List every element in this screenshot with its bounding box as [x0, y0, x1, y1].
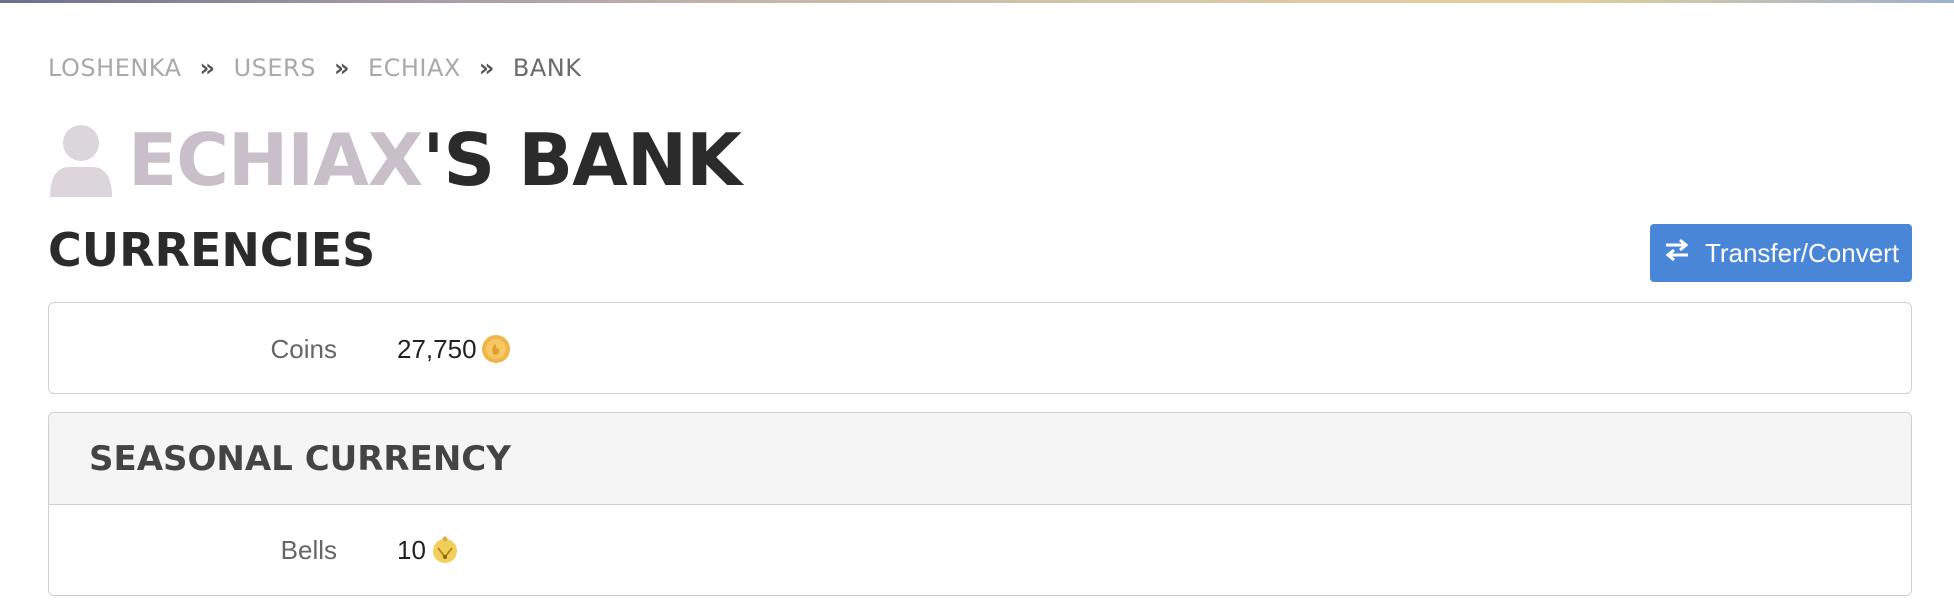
transfer-convert-label: Transfer/Convert: [1704, 237, 1900, 268]
breadcrumb-item-bank: BANK: [512, 54, 582, 82]
bank-page: LOSHENKA » USERS » ECHIAX » BANK ECHIAX …: [0, 0, 1954, 606]
page-title: ECHIAX 'S BANK: [48, 118, 742, 202]
user-icon: [48, 123, 114, 197]
currency-label: Bells: [280, 534, 337, 565]
seasonal-currency-heading: SEASONAL CURRENCY: [89, 438, 511, 479]
user-name-link[interactable]: ECHIAX: [128, 118, 423, 202]
breadcrumb-item-users[interactable]: USERS: [234, 54, 316, 82]
breadcrumb-item-loshenka[interactable]: LOSHENKA: [48, 54, 182, 82]
breadcrumb-item-echiax[interactable]: ECHIAX: [368, 54, 461, 82]
currency-value: 27,750: [397, 334, 511, 365]
coin-icon: [481, 334, 511, 364]
seasonal-currency-card: SEASONAL CURRENCY Bells 10: [48, 412, 1912, 596]
breadcrumb: LOSHENKA » USERS » ECHIAX » BANK: [48, 54, 581, 82]
seasonal-currency-header: SEASONAL CURRENCY: [49, 413, 1911, 505]
bells-amount: 10: [397, 534, 426, 565]
breadcrumb-separator: »: [478, 54, 495, 82]
currency-row-coins: Coins 27,750: [49, 303, 1911, 395]
currency-value: 10: [397, 535, 460, 566]
currencies-heading: CURRENCIES: [48, 223, 376, 277]
transfer-convert-button[interactable]: Transfer/Convert: [1650, 224, 1912, 282]
currency-label: Coins: [270, 333, 337, 364]
currency-row-bells: Bells 10: [49, 505, 1911, 595]
bell-icon: [430, 535, 460, 565]
breadcrumb-separator: »: [333, 54, 350, 82]
coins-amount: 27,750: [397, 333, 477, 364]
coins-card: Coins 27,750: [48, 302, 1912, 394]
exchange-icon: [1663, 236, 1691, 271]
breadcrumb-separator: »: [199, 54, 216, 82]
title-suffix: 'S BANK: [422, 118, 742, 202]
